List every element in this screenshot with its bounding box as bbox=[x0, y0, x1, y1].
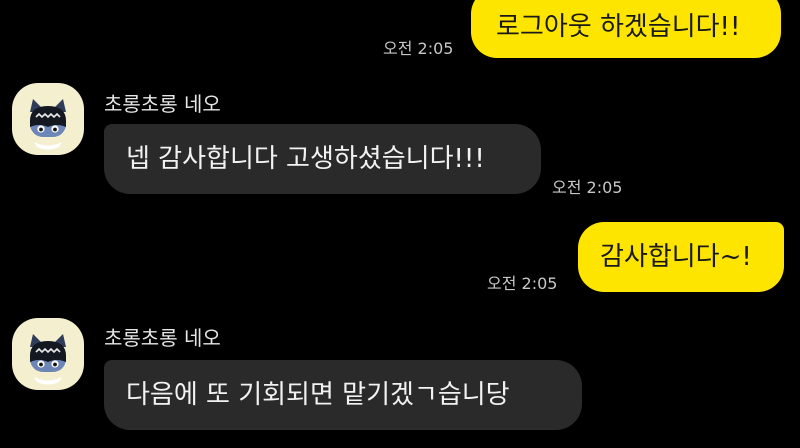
sender-avatar[interactable] bbox=[12, 83, 84, 155]
neo-character-icon bbox=[30, 334, 66, 385]
incoming-message-bubble[interactable]: 다음에 또 기회되면 맡기겠ㄱ습니당 bbox=[104, 360, 582, 430]
message-timestamp: 오전 2:05 bbox=[552, 178, 623, 197]
outgoing-message-bubble[interactable]: 로그아웃 하겠습니다!! bbox=[471, 0, 781, 58]
message-timestamp: 오전 2:05 bbox=[383, 39, 454, 58]
message-text: 넵 감사합니다 고생하셨습니다!!! bbox=[126, 144, 485, 174]
sender-avatar[interactable] bbox=[12, 318, 84, 390]
sender-name: 초롱초롱 네오 bbox=[104, 326, 221, 350]
neo-character-icon bbox=[30, 99, 66, 150]
message-text: 로그아웃 하겠습니다!! bbox=[496, 12, 741, 42]
message-text: 다음에 또 기회되면 맡기겠ㄱ습니당 bbox=[126, 380, 510, 410]
outgoing-message-bubble[interactable]: 감사합니다~! bbox=[578, 222, 784, 292]
sender-name: 초롱초롱 네오 bbox=[104, 92, 221, 116]
message-timestamp: 오전 2:05 bbox=[487, 274, 558, 293]
incoming-message-bubble[interactable]: 넵 감사합니다 고생하셨습니다!!! bbox=[104, 124, 541, 194]
message-text: 감사합니다~! bbox=[600, 242, 752, 272]
